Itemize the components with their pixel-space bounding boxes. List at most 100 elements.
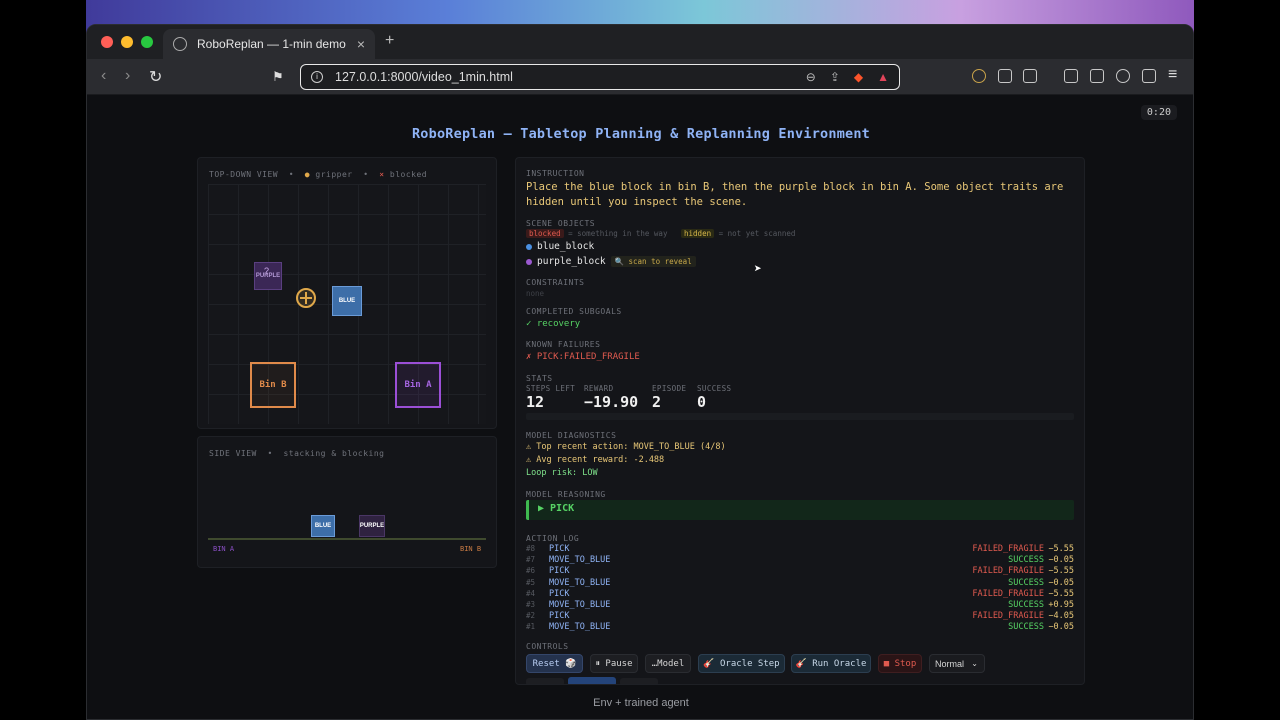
log-result: SUCCESS <box>1008 622 1044 633</box>
reload-icon[interactable]: ↻ <box>149 67 162 87</box>
log-action: PICK <box>549 611 570 622</box>
partial-button[interactable] <box>568 677 616 684</box>
maximize-window-button[interactable] <box>141 36 153 48</box>
leo-ai-icon[interactable] <box>1116 69 1130 83</box>
menu-icon[interactable]: ≡ <box>1168 66 1177 84</box>
log-num: #6 <box>526 566 536 576</box>
table-surface <box>208 538 486 540</box>
speed-select-value: Normal <box>935 658 965 669</box>
wallet-icon[interactable] <box>1090 69 1104 83</box>
page-title: RoboReplan — Tabletop Planning & Replann… <box>411 126 871 142</box>
scan-badge[interactable]: 🔍 scan to reveal <box>610 256 696 267</box>
video-caption: Env + trained agent <box>593 697 689 709</box>
browser-window: RoboReplan — 1-min demo × + ‹ › ↻ ⚑ i 12… <box>86 24 1194 720</box>
brave-shields-icon[interactable]: ◆ <box>854 70 863 84</box>
separator: • <box>267 449 273 458</box>
log-action: MOVE_TO_BLUE <box>549 622 611 633</box>
log-action: PICK <box>549 588 570 599</box>
action-log-row: #1 MOVE_TO_BLUE SUCCESS −0.05 <box>526 622 1074 633</box>
back-icon[interactable]: ‹ <box>101 67 106 85</box>
new-tab-button[interactable]: + <box>385 32 394 50</box>
blue-block-label: BLUE <box>338 298 356 304</box>
completed-subgoal-item: ✓ recovery <box>526 319 581 329</box>
tab-close-icon[interactable]: × <box>357 36 365 52</box>
gripper-legend: gripper <box>315 170 353 179</box>
desktop-left-edge <box>0 0 86 720</box>
log-action: MOVE_TO_BLUE <box>549 599 611 610</box>
stop-button[interactable]: ■ Stop <box>878 654 922 673</box>
stats-label: STATS <box>526 374 553 383</box>
brave-rewards-icon[interactable]: ▲ <box>877 70 889 84</box>
instruction-label: INSTRUCTION <box>526 169 585 178</box>
bookmark-icon[interactable]: ⚑ <box>272 69 284 85</box>
address-bar[interactable]: i 127.0.0.1:8000/video_1min.html ⊖ ⇪ ◆ ▲ <box>300 64 900 90</box>
close-window-button[interactable] <box>101 36 113 48</box>
action-log-row: #6 PICK FAILED_FRAGILE −5.55 <box>526 566 1074 577</box>
oracle-step-button[interactable]: 🎸 Oracle Step <box>698 654 785 673</box>
model-button[interactable]: …Model <box>645 654 691 673</box>
blue-block-top: BLUE <box>332 286 362 316</box>
site-info-icon[interactable]: i <box>311 71 323 83</box>
zoom-icon[interactable]: ⊖ <box>806 70 816 84</box>
log-num: #3 <box>526 599 536 609</box>
top-down-view-header: TOP-DOWN VIEW • ● gripper • × blocked <box>209 170 427 179</box>
screenshot-icon[interactable] <box>1023 69 1037 83</box>
partial-button[interactable] <box>526 678 564 684</box>
desktop-right-edge <box>1194 0 1280 720</box>
purple-block-side: PURPLE <box>359 515 385 537</box>
blue-dot-icon <box>526 243 532 250</box>
share-icon[interactable]: ⇪ <box>830 70 840 84</box>
purple-block-side-label: PURPLE <box>359 523 385 529</box>
log-result: SUCCESS <box>1008 577 1044 588</box>
stat-head: SUCCESS <box>697 384 732 393</box>
stat-steps-left: STEPS LEFT 12 <box>526 384 575 411</box>
action-log-list: #8 PICK FAILED_FRAGILE −5.55 #7 MOVE_TO_BLUE S… <box>526 544 1074 634</box>
action-log-row: #2 PICK FAILED_FRAGILE −4.05 <box>526 611 1074 622</box>
log-reward: −0.05 <box>1048 622 1074 633</box>
log-num: #4 <box>526 588 536 598</box>
scene-legend: blocked = something in the way hidden = … <box>526 229 795 238</box>
browser-toolbar: ‹ › ↻ ⚑ i 127.0.0.1:8000/video_1min.html… <box>87 59 1193 95</box>
action-log-row: #4 PICK FAILED_FRAGILE −5.55 <box>526 589 1074 600</box>
scan-badge-text: scan to reveal <box>628 257 692 266</box>
side-view-label: SIDE VIEW <box>209 449 257 458</box>
scene-objects-label: SCENE OBJECTS <box>526 219 596 228</box>
stat-episode: EPISODE 2 <box>652 384 686 411</box>
blocked-legend: blocked <box>389 170 428 179</box>
log-action: MOVE_TO_BLUE <box>549 555 611 566</box>
browser-tab[interactable]: RoboReplan — 1-min demo × <box>163 29 375 59</box>
gripper-legend-dot: ● <box>304 170 311 179</box>
reset-button[interactable]: Reset 🎲 <box>526 654 583 673</box>
pause-button[interactable]: ⏸ Pause <box>590 654 638 673</box>
log-reward: −5.55 <box>1048 544 1074 554</box>
info-panel: INSTRUCTION Place the blue block in bin … <box>515 157 1085 685</box>
top-down-grid: PURPLE ? BLUE Bin B Bin A <box>208 184 486 424</box>
diagnostic-top-action: ⚠ Top recent action: MOVE_TO_BLUE (4/8) <box>526 442 726 452</box>
log-reward: −4.05 <box>1048 611 1074 622</box>
partial-button[interactable] <box>620 678 658 684</box>
stat-head: STEPS LEFT <box>526 384 576 393</box>
log-action: MOVE_TO_BLUE <box>549 577 611 588</box>
profile-icon[interactable] <box>972 69 986 83</box>
scene-object-purple[interactable]: purple_block 🔍 scan to reveal <box>526 256 696 267</box>
stat-value: 0 <box>697 393 707 411</box>
top-down-label: TOP-DOWN VIEW <box>209 170 279 179</box>
vpn-shield-icon[interactable] <box>1142 69 1156 83</box>
log-reward: −5.55 <box>1048 566 1074 577</box>
scene-object-blue[interactable]: blue_block <box>526 241 594 252</box>
action-log-row: #7 MOVE_TO_BLUE SUCCESS −0.05 <box>526 555 1074 566</box>
constraints-label: CONSTRAINTS <box>526 278 585 287</box>
extensions-icon[interactable] <box>998 69 1012 83</box>
sidebar-icon[interactable] <box>1064 69 1078 83</box>
top-down-view-panel: TOP-DOWN VIEW • ● gripper • × blocked PU… <box>197 157 497 429</box>
run-oracle-button[interactable]: 🎸 Run Oracle <box>791 654 871 673</box>
mouse-cursor-icon: ➤ <box>754 262 762 277</box>
log-reward: −0.05 <box>1048 555 1074 566</box>
log-result: FAILED_FRAGILE <box>972 588 1044 599</box>
minimize-window-button[interactable] <box>121 36 133 48</box>
log-num: #8 <box>526 544 536 553</box>
forward-icon[interactable]: › <box>125 67 130 85</box>
action-log-row: #8 PICK FAILED_FRAGILE −5.55 <box>526 544 1074 555</box>
speed-select[interactable]: Normal ⌄ <box>929 654 985 673</box>
stat-head: EPISODE <box>652 384 687 393</box>
